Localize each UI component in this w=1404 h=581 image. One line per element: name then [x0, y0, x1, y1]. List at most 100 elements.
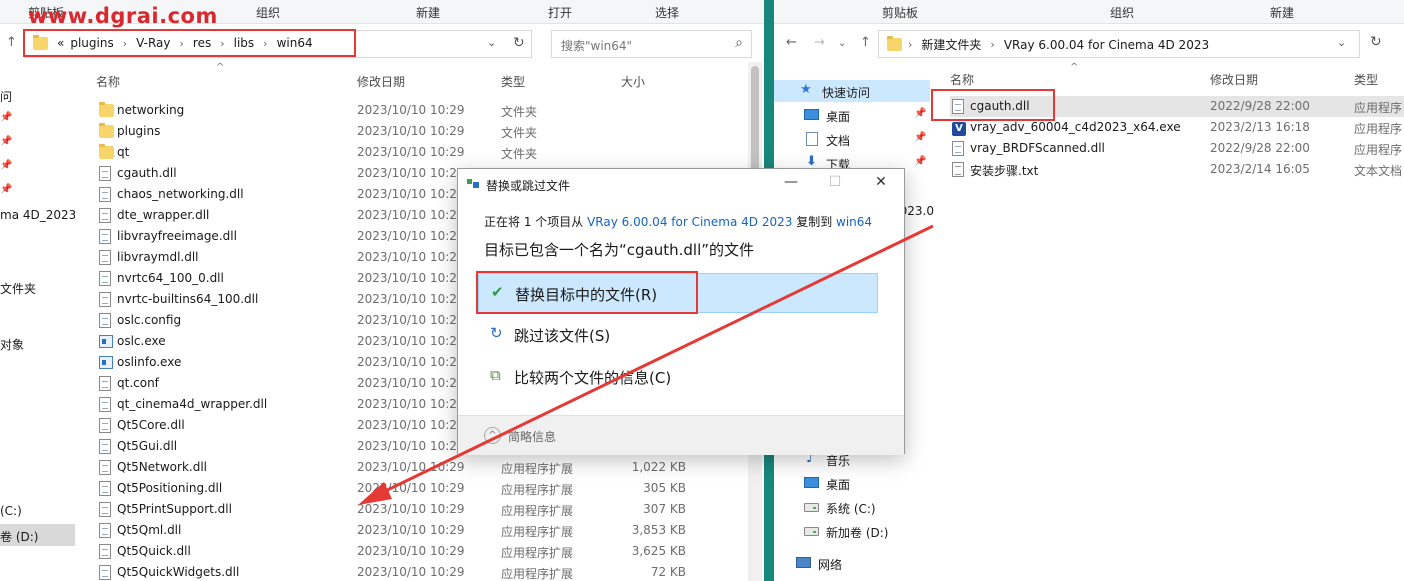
minimize-icon[interactable]: — [776, 174, 806, 190]
source-folder-link[interactable]: VRay 6.00.04 for Cinema 4D 2023 [587, 215, 792, 229]
pin-icon[interactable]: 📌 [914, 156, 926, 167]
close-icon[interactable]: ✕ [866, 174, 896, 190]
pin-icon[interactable]: 📌 [914, 108, 926, 119]
col-type[interactable]: 类型 [501, 73, 525, 90]
breadcrumb-overflow[interactable]: « [54, 36, 67, 50]
file-row[interactable]: networking 2023/10/10 10:29 文件夹 [96, 100, 746, 121]
breadcrumb-vray-folder[interactable]: VRay 6.00.04 for Cinema 4D 2023 [1001, 38, 1212, 52]
file-row[interactable]: Qt5Network.dll 2023/10/10 10:29 应用程序扩展 1,02… [96, 457, 746, 478]
file-row[interactable]: Vvray_adv_60004_c4d2023_x64.exe 2023/2/13… [950, 117, 1404, 138]
ribbon-organize[interactable]: 组织 [1110, 4, 1134, 21]
chevron-down-icon[interactable]: ⌄ [487, 36, 496, 49]
ribbon-open[interactable]: 打开 [548, 4, 572, 21]
file-name: oslc.config [117, 313, 182, 327]
nav-item[interactable]: (C:) [0, 500, 75, 522]
file-row[interactable]: cgauth.dll 2022/9/28 22:00 应用程序 [950, 96, 1404, 117]
nav-item[interactable]: 文件夹 [0, 276, 75, 298]
exe-icon [99, 335, 113, 348]
nav-item-label: 卷 (D:) [0, 530, 39, 544]
file-date: 2023/10/10 10:29 [357, 334, 465, 348]
file-row[interactable]: plugins 2023/10/10 10:29 文件夹 [96, 121, 746, 142]
pin-icon[interactable]: 📌 [0, 160, 12, 171]
col-name[interactable]: 名称 [96, 73, 120, 90]
pin-icon[interactable]: 📌 [0, 112, 12, 123]
search-icon[interactable]: ⌕ [735, 35, 743, 51]
ribbon-clipboard[interactable]: 剪贴板 [882, 4, 918, 21]
file-row[interactable]: Qt5Qml.dll 2023/10/10 10:29 应用程序扩展 3,853 KB [96, 520, 746, 541]
compare-files-option[interactable]: ⧉ 比较两个文件的信息(C) [478, 357, 878, 397]
replace-file-option[interactable]: ✔ 替换目标中的文件(R) [478, 273, 878, 313]
up-arrow-icon[interactable]: ↑ [6, 35, 17, 50]
conflict-message: 目标已包含一个名为“cgauth.dll”的文件 [484, 241, 755, 259]
file-size: 3,625 KB [631, 544, 686, 558]
ribbon-new[interactable]: 新建 [1270, 4, 1294, 21]
chevron-up-icon[interactable]: ^ [484, 427, 501, 444]
col-date[interactable]: 修改日期 [1210, 71, 1258, 88]
breadcrumb-vray[interactable]: V-Ray [133, 36, 173, 50]
dest-folder-link[interactable]: win64 [836, 215, 872, 229]
right-address-bar[interactable]: › 新建文件夹 › VRay 6.00.04 for Cinema 4D 202… [878, 30, 1360, 58]
nav-item[interactable]: 卷 (D:) [0, 524, 75, 546]
file-row[interactable]: qt 2023/10/10 10:29 文件夹 [96, 142, 746, 163]
nav-item[interactable]: 网络 [774, 552, 930, 574]
file-row[interactable]: Qt5QuickWidgets.dll 2023/10/10 10:29 应用程序扩… [96, 562, 746, 581]
breadcrumb-libs[interactable]: libs [231, 36, 258, 50]
nav-item[interactable]: 文档 📌 [774, 128, 930, 150]
ribbon-organize[interactable]: 组织 [256, 4, 280, 21]
skip-file-option[interactable]: ↻ 跳过该文件(S) [478, 315, 878, 355]
left-address-bar[interactable]: « plugins › V-Ray › res › libs › win64 ⌄… [24, 30, 532, 58]
nav-item[interactable]: 桌面 📌 [774, 104, 930, 126]
breadcrumb-plugins[interactable]: plugins [67, 36, 116, 50]
file-date: 2023/10/10 10:29 [357, 376, 465, 390]
pin-icon[interactable]: 📌 [0, 136, 12, 147]
ribbon-new[interactable]: 新建 [416, 4, 440, 21]
nav-item[interactable]: ★ 快速访问 [774, 80, 930, 102]
col-type[interactable]: 类型 [1354, 71, 1378, 88]
file-row[interactable]: vray_BRDFScanned.dll 2022/9/28 22:00 应用程序 [950, 138, 1404, 159]
pin-icon[interactable]: 📌 [0, 184, 12, 195]
chevron-down-icon[interactable]: ⌄ [1337, 36, 1346, 49]
recent-chevron-icon[interactable]: ⌄ [838, 38, 846, 49]
refresh-icon[interactable]: ↻ [513, 35, 525, 51]
skip-arrow-icon: ↻ [490, 324, 503, 342]
breadcrumb-new-folder[interactable]: 新建文件夹 [918, 36, 984, 53]
nav-item[interactable]: 📌 [0, 180, 75, 202]
nav-item[interactable]: ma 4D_2023.0 [0, 204, 75, 226]
file-row[interactable]: Qt5Positioning.dll 2023/10/10 10:29 应用程序扩展… [96, 478, 746, 499]
fewer-details-toggle[interactable]: 简略信息 [508, 428, 556, 445]
breadcrumb-win64[interactable]: win64 [274, 36, 316, 50]
dialog-titlebar[interactable]: 替换或跳过文件 — ☐ ✕ [458, 169, 904, 199]
file-row[interactable]: Qt5PrintSupport.dll 2023/10/10 10:29 应用程序扩… [96, 499, 746, 520]
nav-item[interactable]: 📌 [0, 132, 75, 154]
nav-item[interactable]: 桌面 [774, 472, 930, 494]
back-arrow-icon[interactable]: ← [786, 35, 797, 50]
forward-arrow-icon[interactable]: → [814, 35, 825, 50]
chevron-right-icon: › [220, 36, 225, 50]
col-size[interactable]: 大小 [621, 73, 645, 90]
file-name: qt [117, 145, 130, 159]
refresh-icon[interactable]: ↻ [1370, 34, 1382, 50]
nav-item[interactable]: 新加卷 (D:) [774, 520, 930, 542]
file-row[interactable]: 安装步骤.txt 2023/2/14 16:05 文本文档 [950, 159, 1404, 180]
col-date[interactable]: 修改日期 [357, 73, 405, 90]
left-search-input[interactable]: 搜索"win64" ⌕ [551, 30, 752, 58]
nav-item[interactable]: 系统 (C:) [774, 496, 930, 518]
nav-item[interactable]: 📌 [0, 156, 75, 178]
nav-item[interactable]: 问 [0, 84, 75, 106]
file-name: qt_cinema4d_wrapper.dll [117, 397, 268, 411]
up-arrow-icon[interactable]: ↑ [860, 35, 871, 50]
file-name: vray_BRDFScanned.dll [970, 141, 1105, 155]
nav-item[interactable]: 对象 [0, 332, 75, 354]
col-name[interactable]: 名称 [950, 71, 974, 88]
maximize-icon[interactable]: ☐ [820, 174, 850, 190]
nav-item-label: 系统 (C:) [826, 502, 876, 516]
file-type: 应用程序 [1354, 122, 1403, 136]
pin-icon[interactable]: 📌 [914, 132, 926, 143]
ribbon-select[interactable]: 选择 [655, 4, 679, 21]
file-row[interactable]: Qt5Quick.dll 2023/10/10 10:29 应用程序扩展 3,625 … [96, 541, 746, 562]
breadcrumb-res[interactable]: res [190, 36, 214, 50]
nav-item[interactable]: 📌 [0, 108, 75, 130]
nav-item-label: 桌面 [826, 478, 851, 492]
nav-item-label: 对象 [0, 338, 25, 352]
file-name: 安装步骤.txt [970, 164, 1039, 178]
